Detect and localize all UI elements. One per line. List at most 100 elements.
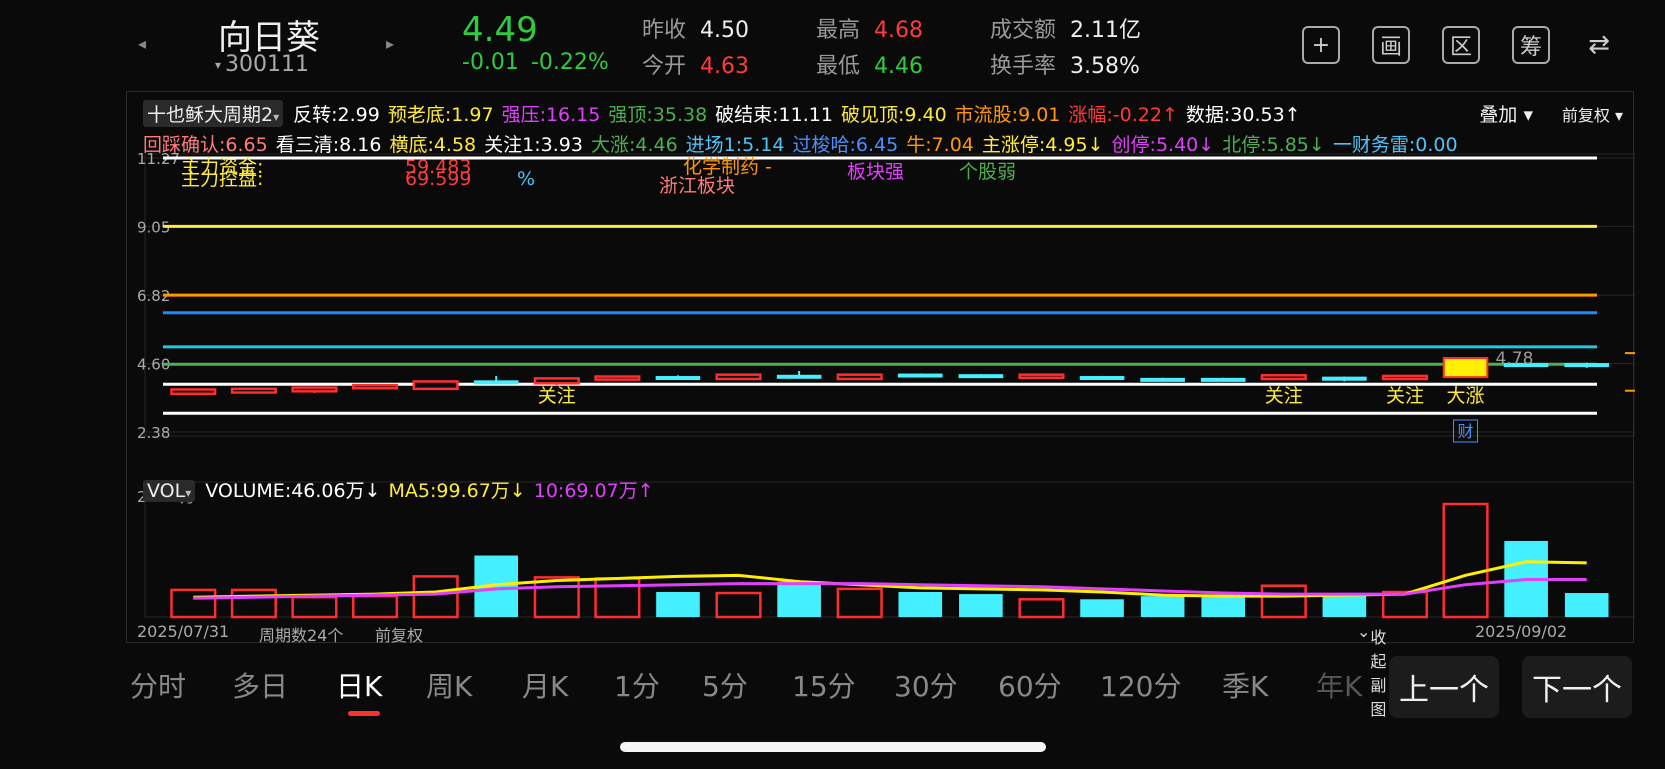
next-stock-button[interactable]: 下一个	[1522, 656, 1632, 718]
volume-header: VOL▾ VOLUME:46.06万↓ MA5:99.67万↓ 10:69.07万↑	[143, 476, 662, 503]
chips-icon[interactable]: 筹	[1512, 26, 1550, 64]
candle-label: 关注	[1386, 385, 1424, 407]
candle-body	[958, 374, 1004, 379]
candle-body	[1260, 374, 1307, 381]
stock-code[interactable]: ▾ 300111	[215, 52, 309, 77]
next-stock-arrow-icon[interactable]: ▸	[386, 34, 394, 53]
tab-4[interactable]: 月K	[522, 665, 568, 705]
candle-body	[1200, 377, 1246, 382]
volume-bar	[291, 595, 338, 619]
volume-values: VOLUME:46.06万↓ MA5:99.67万↓ 10:69.07万↑	[205, 480, 661, 502]
indicator-value: VOLUME:46.06万↓	[205, 480, 381, 502]
current-price: 4.49	[462, 10, 538, 50]
kline-chart-svg: 11.279.056.824.602.38主力资金:主力控盘:59.48369.…	[137, 150, 1635, 619]
indicator-value: MA5:99.67万↓	[388, 480, 526, 502]
volume-bar	[1260, 584, 1307, 619]
candle-body	[533, 377, 580, 385]
stat-key: 昨收	[642, 18, 687, 43]
rotate-icon[interactable]: ⇄	[1580, 26, 1618, 64]
overlay-text: 主力控盘:	[181, 168, 263, 190]
volume-bar	[777, 581, 821, 617]
range-icon[interactable]: 区	[1442, 26, 1480, 64]
candle-body	[1442, 357, 1489, 379]
volume-bar	[836, 587, 883, 619]
stat-1: 今开 4.63	[642, 48, 749, 80]
candle-body	[594, 375, 641, 381]
volume-bar	[1564, 593, 1609, 617]
candle-body	[351, 383, 399, 390]
candle-body	[230, 387, 277, 394]
volume-bar	[1201, 597, 1246, 617]
volume-bar	[715, 591, 762, 619]
candle-body	[1140, 377, 1185, 382]
stat-2: 最高 4.68	[816, 12, 923, 44]
price-axis-label: 2.38	[137, 424, 170, 442]
x-start-date: 2025/07/31	[137, 622, 230, 641]
volume-bar	[656, 591, 700, 617]
volume-bar	[230, 588, 277, 619]
tab-12[interactable]: 年K	[1316, 665, 1362, 705]
draw-icon[interactable]: 画	[1372, 26, 1410, 64]
plus-icon[interactable]: +	[1302, 26, 1340, 64]
candle-label: 大涨	[1447, 385, 1485, 407]
chevron-down-icon: ▾	[185, 486, 192, 500]
volume-bar	[533, 576, 580, 619]
candle-body	[1018, 373, 1065, 380]
volume-bar	[1442, 502, 1489, 619]
stock-header: ◂ ▸ 向日葵 ▾ 300111 4.49 -0.01 -0.22% 昨收 4.50 今…	[0, 0, 1665, 88]
stat-4: 成交额 2.11亿	[990, 12, 1141, 44]
tab-1[interactable]: 多日	[232, 665, 288, 705]
candle-label: 关注	[1265, 385, 1303, 407]
kline-chart-panel[interactable]: 十也稣大周期2▾ 反转:2.99 预老底:1.97 强压:16.15 强顶:35.38 破…	[126, 91, 1635, 719]
home-indicator[interactable]	[620, 742, 1046, 752]
collapse-subchart-button[interactable]: ⌄ 收起副图	[1357, 622, 1386, 719]
candle-body	[897, 373, 943, 378]
stat-key: 今开	[642, 54, 687, 79]
stat-value: 3.58%	[1070, 54, 1140, 79]
volume-ma10-line	[193, 577, 1587, 600]
finance-badge: 财	[1458, 422, 1474, 441]
stat-value: 4.46	[874, 54, 923, 79]
adjust-label: 前复权	[375, 626, 424, 645]
tab-7[interactable]: 15分	[792, 665, 856, 705]
stat-value: 2.11亿	[1070, 18, 1142, 43]
stat-0: 昨收 4.50	[642, 12, 749, 44]
volume-bar	[898, 591, 943, 617]
stat-key: 成交额	[990, 18, 1057, 43]
code-dropdown-icon: ▾	[215, 58, 222, 72]
candle-label: 关注	[538, 385, 576, 407]
volume-bar	[170, 588, 217, 619]
chart-footer: 2025/07/31 周期数24个 前复权 ⌄ 收起副图 2025/09/02	[127, 620, 1635, 719]
stat-key: 最高	[816, 18, 861, 43]
price-change: -0.01 -0.22%	[462, 50, 621, 75]
tab-9[interactable]: 60分	[998, 665, 1062, 705]
volume-bar	[351, 594, 399, 619]
tab-3[interactable]: 周K	[426, 665, 472, 705]
collapse-label: 收起副图	[1370, 628, 1387, 719]
volume-selector[interactable]: VOL▾	[143, 480, 196, 502]
stat-key: 最低	[816, 54, 861, 79]
volume-bar	[1080, 599, 1124, 617]
tab-11[interactable]: 季K	[1222, 665, 1268, 705]
high-price-label: 4.78	[1496, 349, 1534, 369]
stat-5: 换手率 3.58%	[990, 48, 1140, 80]
tab-10[interactable]: 120分	[1100, 665, 1181, 705]
active-tab-indicator	[348, 711, 380, 716]
tab-0[interactable]: 分时	[130, 665, 186, 705]
candle-body	[291, 386, 338, 393]
candle-body	[1564, 363, 1610, 368]
tab-8[interactable]: 30分	[894, 665, 958, 705]
candle-body	[655, 376, 701, 381]
candle-body	[776, 374, 822, 379]
volume-bar	[412, 575, 459, 619]
prev-stock-button[interactable]: 上一个	[1389, 656, 1499, 718]
tab-2[interactable]: 日K	[336, 665, 382, 705]
tab-6[interactable]: 5分	[702, 665, 748, 705]
stat-key: 换手率	[990, 54, 1057, 79]
volume-selector-label: VOL	[147, 480, 186, 502]
candle-body	[1079, 376, 1125, 381]
tab-5[interactable]: 1分	[614, 665, 660, 705]
volume-bar	[959, 594, 1003, 617]
candle-body	[170, 388, 217, 396]
prev-stock-arrow-icon[interactable]: ◂	[138, 34, 146, 53]
